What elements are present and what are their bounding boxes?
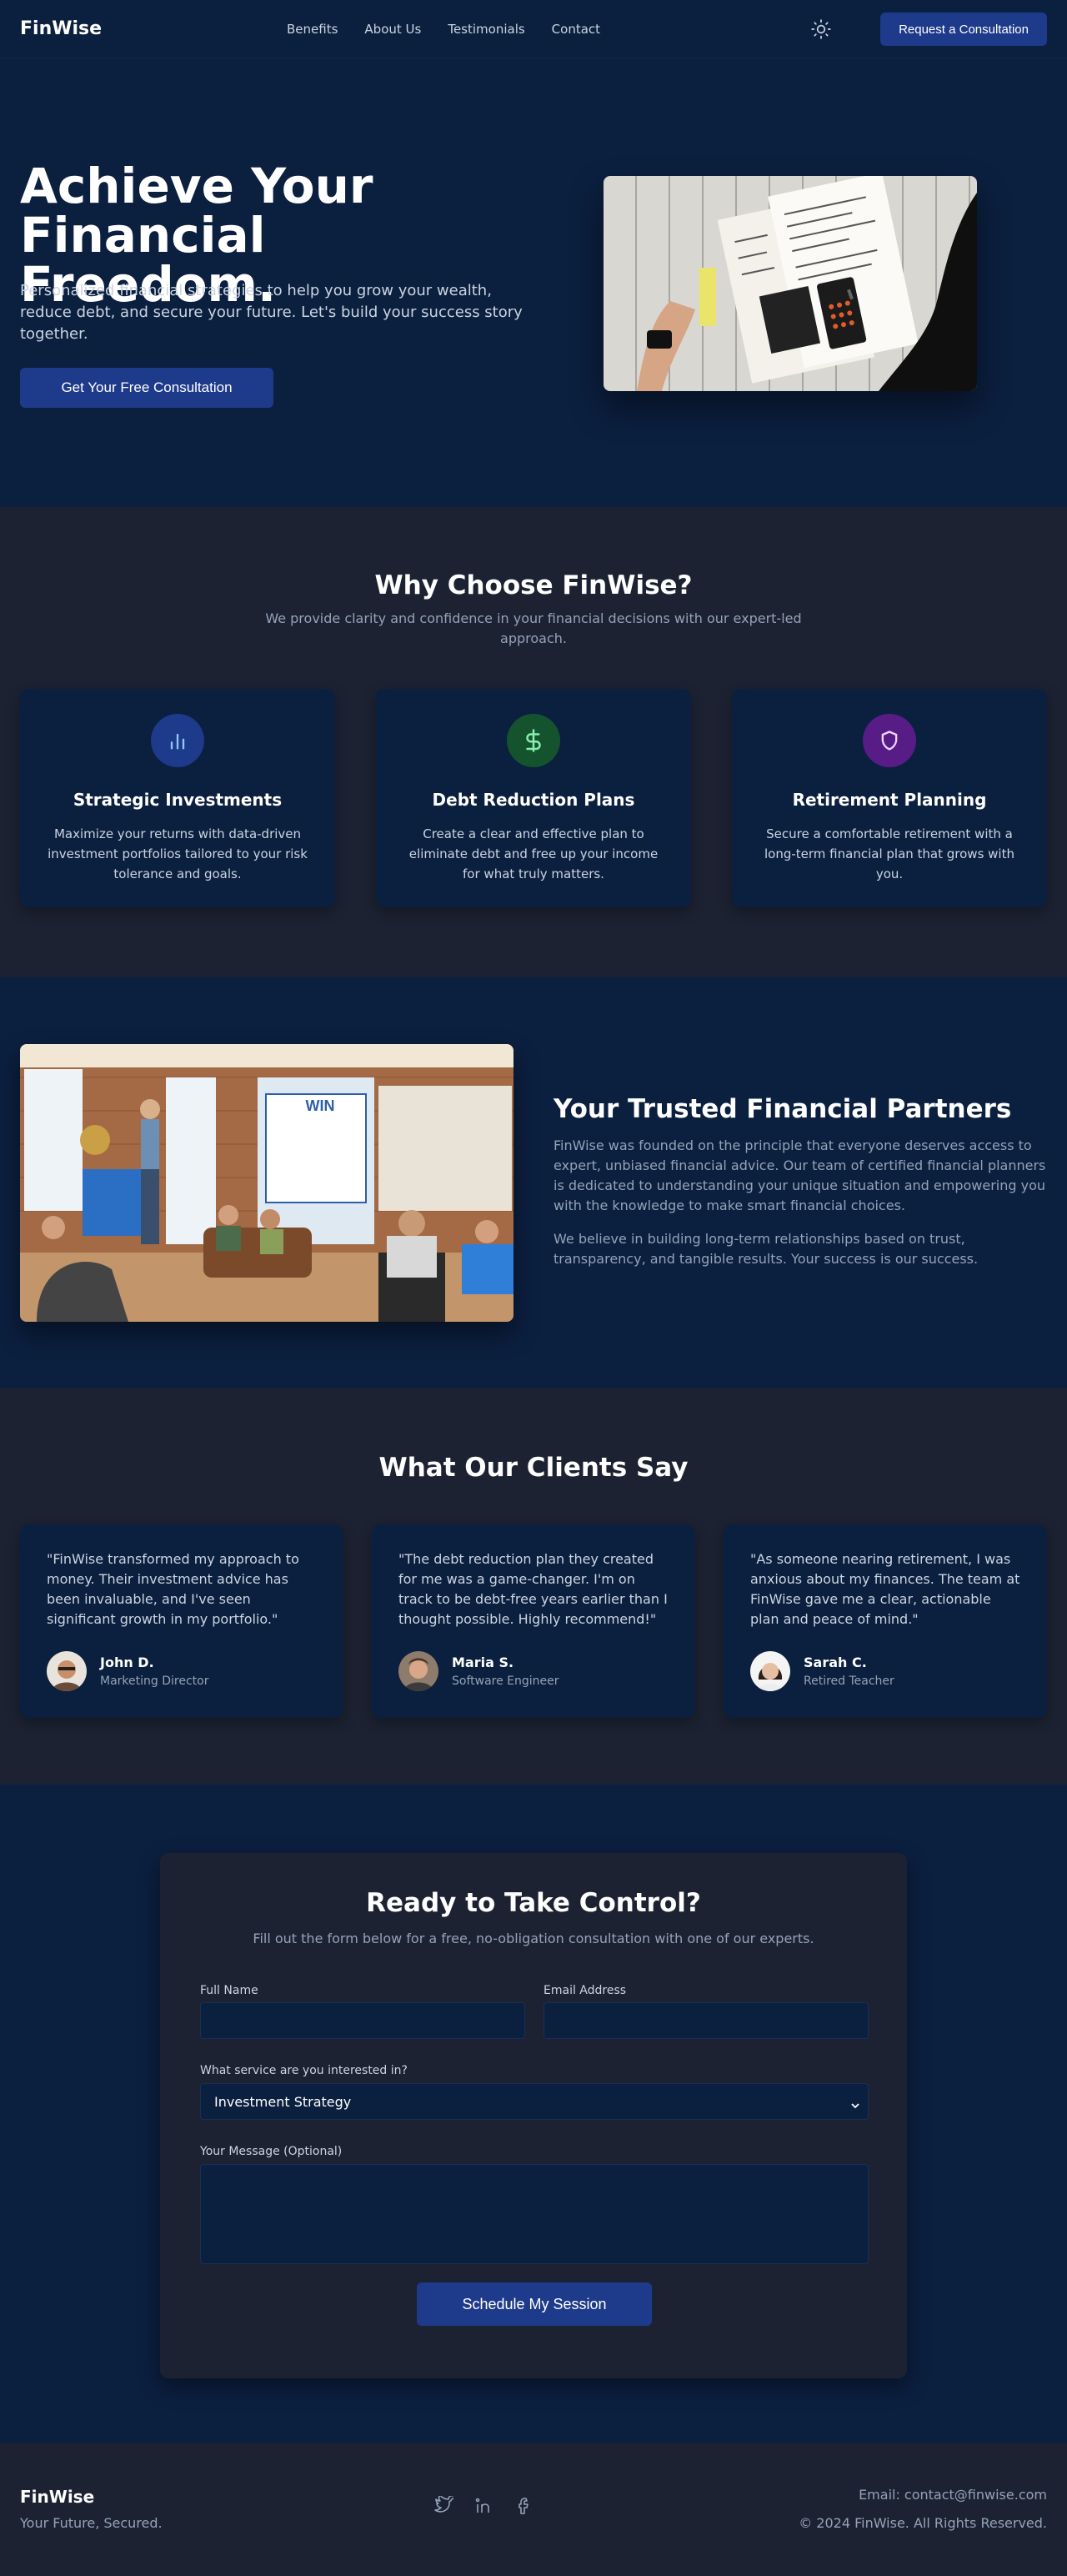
testimonial-name: Maria S.: [452, 1655, 514, 1670]
why-title: Why Choose FinWise?: [374, 570, 693, 600]
footer-brand: FinWise: [20, 2487, 95, 2507]
feature-title: Strategic Investments: [73, 790, 283, 810]
full-name-label: Full Name: [200, 1984, 258, 1997]
about-title: Your Trusted Financial Partners: [554, 1094, 1012, 1124]
contact-section: Ready to Take Control? Fill out the form…: [0, 1785, 1067, 2443]
free-consultation-button[interactable]: Get Your Free Consultation: [20, 368, 273, 408]
testimonial-role: Software Engineer: [452, 1675, 559, 1688]
avatar: [750, 1651, 790, 1691]
sun-icon[interactable]: [810, 18, 832, 40]
testimonial-card: "As someone nearing retirement, I was an…: [724, 1524, 1047, 1718]
hero-subtitle: Personalized financial strategies to hel…: [20, 282, 523, 343]
nav-link-about-us[interactable]: About Us: [364, 22, 421, 37]
testimonial-card: "FinWise transformed my approach to mone…: [20, 1524, 343, 1718]
consultation-form: Ready to Take Control? Fill out the form…: [160, 1853, 907, 2378]
footer-tagline: Your Future, Secured.: [20, 2515, 163, 2531]
footer: FinWise Your Future, Secured. Email: con…: [0, 2443, 1067, 2576]
testimonials-title: What Our Clients Say: [378, 1453, 689, 1483]
feature-title: Debt Reduction Plans: [432, 790, 635, 810]
svg-text:WIN: WIN: [306, 1097, 335, 1114]
dollar-icon: [507, 714, 560, 767]
hero-image: [604, 176, 977, 391]
service-select[interactable]: Investment Strategy: [200, 2083, 869, 2120]
feature-title: Retirement Planning: [792, 790, 987, 810]
message-label: Your Message (Optional): [200, 2145, 343, 2158]
nav-link-benefits[interactable]: Benefits: [287, 22, 338, 37]
service-selected-value: Investment Strategy: [214, 2093, 352, 2110]
about-paragraph-1: FinWise was founded on the principle tha…: [554, 1137, 1046, 1213]
footer-copyright: © 2024 FinWise. All Rights Reserved.: [799, 2515, 1047, 2531]
testimonial-quote: "As someone nearing retirement, I was an…: [750, 1551, 1020, 1627]
nav-links: Benefits About Us Testimonials Contact: [287, 22, 600, 37]
why-section: Why Choose FinWise? We provide clarity a…: [0, 507, 1067, 977]
twitter-icon[interactable]: [433, 2494, 458, 2516]
bar-chart-icon: [151, 714, 204, 767]
brand-logo[interactable]: FinWise: [20, 18, 102, 39]
why-subtitle: We provide clarity and confidence in you…: [265, 610, 802, 646]
feature-text: Maximize your returns with data-driven i…: [48, 826, 308, 881]
feature-card-debt: Debt Reduction Plans Create a clear and …: [376, 689, 691, 907]
form-subtitle: Fill out the form below for a free, no-o…: [253, 1931, 814, 1946]
top-nav: FinWise Benefits About Us Testimonials C…: [0, 0, 1067, 58]
linkedin-icon[interactable]: [473, 2496, 493, 2516]
shield-icon: [863, 714, 916, 767]
about-paragraph-2: We believe in building long-term relatio…: [554, 1231, 979, 1267]
message-textarea[interactable]: [200, 2164, 869, 2264]
testimonial-card: "The debt reduction plan they created fo…: [372, 1524, 695, 1718]
schedule-session-button[interactable]: Schedule My Session: [417, 2282, 652, 2326]
feature-text: Create a clear and effective plan to eli…: [408, 826, 659, 881]
request-consultation-button[interactable]: Request a Consultation: [880, 13, 1047, 46]
testimonial-role: Retired Teacher: [804, 1675, 894, 1688]
testimonials-section: What Our Clients Say "FinWise transforme…: [0, 1388, 1067, 1785]
feature-card-investments: Strategic Investments Maximize your retu…: [20, 689, 335, 907]
chevron-down-icon: [851, 2097, 859, 2109]
email-field[interactable]: [544, 2002, 869, 2039]
email-label: Email Address: [544, 1984, 627, 1997]
feature-text: Secure a comfortable retirement with a l…: [764, 826, 1014, 881]
footer-email[interactable]: Email: contact@finwise.com: [859, 2487, 1047, 2503]
avatar: [47, 1651, 87, 1691]
feature-card-retirement: Retirement Planning Secure a comfortable…: [732, 689, 1047, 907]
testimonial-name: John D.: [100, 1655, 154, 1670]
hero-section: Achieve Your Financial Freedom. Personal…: [0, 58, 1067, 507]
nav-link-contact[interactable]: Contact: [552, 22, 600, 37]
social-links: [433, 2494, 534, 2516]
avatar: [398, 1651, 438, 1691]
full-name-field[interactable]: [200, 2002, 525, 2039]
team-photo: WIN: [20, 1044, 513, 1322]
testimonial-role: Marketing Director: [100, 1675, 209, 1688]
nav-link-testimonials[interactable]: Testimonials: [448, 22, 524, 37]
testimonial-quote: "FinWise transformed my approach to mone…: [47, 1551, 299, 1627]
testimonial-name: Sarah C.: [804, 1655, 867, 1670]
form-title: Ready to Take Control?: [366, 1888, 701, 1918]
service-label: What service are you interested in?: [200, 2064, 408, 2077]
facebook-icon[interactable]: [513, 2496, 534, 2516]
about-section: WIN Your Trusted Financial Partners FinW…: [0, 977, 1067, 1388]
testimonial-quote: "The debt reduction plan they created fo…: [398, 1551, 668, 1627]
